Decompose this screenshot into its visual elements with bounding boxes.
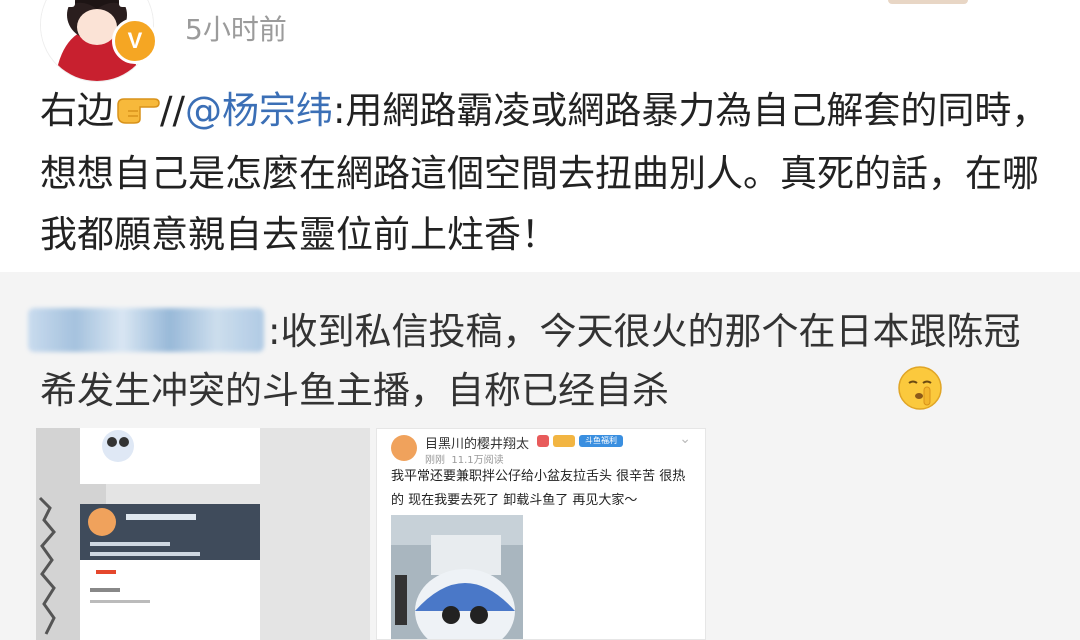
fan-badge: 斗鱼福利 xyxy=(579,435,623,447)
mascot-photo-illustration xyxy=(391,515,523,639)
post-prefix: 右边 xyxy=(40,89,114,132)
image2-photo[interactable] xyxy=(391,515,523,639)
top-right-thumbnail xyxy=(888,0,968,4)
attached-image-1[interactable] xyxy=(36,428,370,640)
attached-image-2[interactable]: 目黑川的樱井翔太 斗鱼福利 ⌄ 刚刚 11.1万阅读 我平常还要兼职拌公仔给小盆… xyxy=(376,428,706,640)
post-text: 右边 //@杨宗纬:用網路霸凌或網路暴力為自己解套的同時，想想自己是怎麼在網路這… xyxy=(40,80,1050,265)
pointing-hand-emoji-icon xyxy=(114,82,160,143)
image2-post-text: 我平常还要兼职拌公仔给小盆友拉舌头 很辛苦 很热的 现在我要去死了 卸载斗鱼了 … xyxy=(391,469,686,508)
repost-text: :收到私信投稿，今天很火的那个在日本跟陈冠希发生冲突的斗鱼主播，自称已经自杀 xyxy=(40,302,1040,428)
profile-screenshot-illustration xyxy=(36,428,370,640)
image2-avatar xyxy=(391,435,417,461)
image2-username: 目黑川的樱井翔太 xyxy=(425,437,530,452)
badge-icon xyxy=(537,435,549,447)
post-time: 5小时前 xyxy=(185,13,287,46)
mention-link[interactable]: @杨宗纬 xyxy=(185,89,333,132)
repost-separator: // xyxy=(160,89,185,132)
level-badge-icon xyxy=(553,435,575,447)
shushing-face-emoji-icon xyxy=(669,365,943,428)
chevron-down-icon[interactable]: ⌄ xyxy=(679,431,691,447)
image2-meta: 刚刚 11.1万阅读 xyxy=(425,455,504,466)
verified-badge-icon: V xyxy=(112,18,158,64)
